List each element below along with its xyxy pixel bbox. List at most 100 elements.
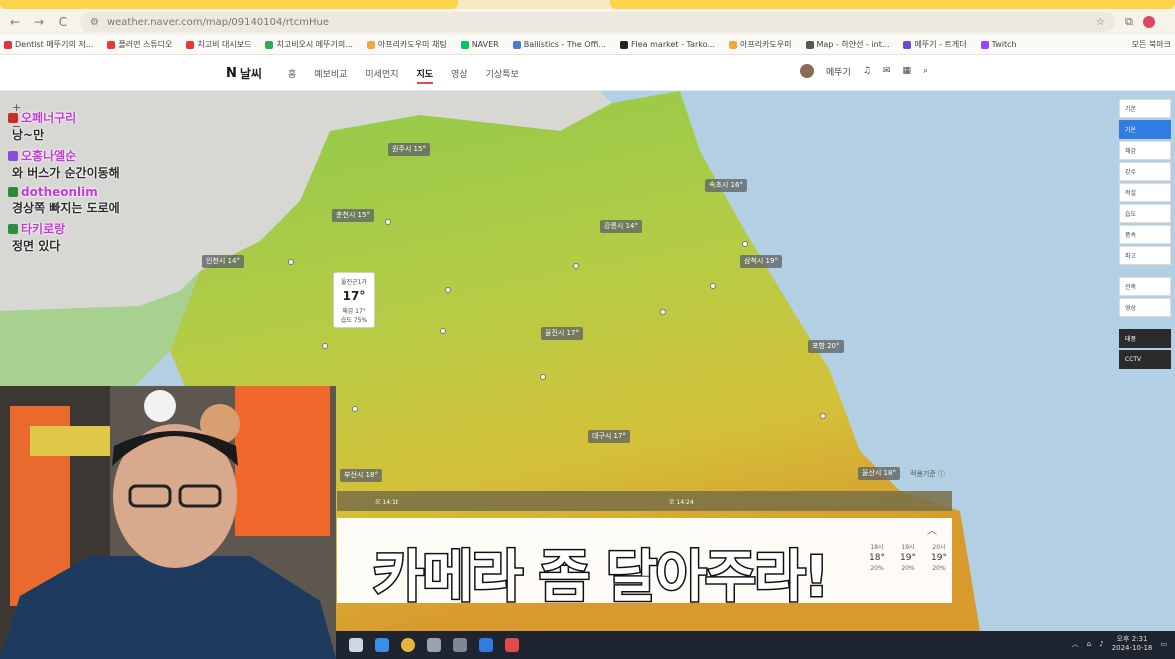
bookmark-star-icon[interactable]: ☆ bbox=[1096, 17, 1105, 28]
city-temperature-label[interactable]: 포항 20° bbox=[808, 340, 844, 353]
legend-note[interactable]: 적용기준 ⓘ bbox=[910, 469, 945, 479]
bookmark-item[interactable]: 메뚜기 - 트게더 bbox=[903, 39, 967, 50]
city-temperature-label[interactable]: 울진시 17° bbox=[541, 327, 583, 340]
bookmark-item[interactable]: Flea market - Tarko... bbox=[619, 40, 715, 49]
map-layer-button[interactable]: 습도 bbox=[1119, 204, 1171, 223]
city-temperature-label[interactable]: 인천시 14° bbox=[202, 255, 244, 268]
map-layer-panel: 기본기온체감강수적설습도풍속파고관측영상태풍 CCTV bbox=[1119, 99, 1171, 369]
notification-icon[interactable]: ▭ bbox=[1160, 640, 1167, 648]
reload-button[interactable]: C bbox=[56, 15, 70, 29]
location-pin[interactable] bbox=[288, 259, 294, 265]
file-explorer-icon[interactable] bbox=[349, 638, 363, 652]
map-layer-button[interactable]: 태풍 bbox=[1119, 329, 1171, 348]
bookmark-item[interactable]: 플러먼 스튜디오 bbox=[107, 39, 172, 50]
map-layer-button[interactable]: 파고 bbox=[1119, 246, 1171, 265]
panel-spacer bbox=[1119, 319, 1171, 327]
app-icon[interactable] bbox=[453, 638, 467, 652]
all-bookmarks-folder[interactable]: 모든 북마크 bbox=[1132, 39, 1171, 50]
map-layer-button[interactable]: 체감 bbox=[1119, 141, 1171, 160]
site-info-icon[interactable]: ⚙ bbox=[90, 17, 99, 28]
location-pin[interactable] bbox=[660, 309, 666, 315]
bookmark-label: Flea market - Tarko... bbox=[630, 40, 715, 49]
location-popup[interactable]: 울진군1가 17° 체감 17° 습도 75% bbox=[333, 272, 375, 328]
location-pin[interactable] bbox=[385, 219, 391, 225]
bookmark-label: 플러먼 스튜디오 bbox=[118, 40, 173, 49]
address-bar[interactable]: ⚙ weather.naver.com/map/09140104/rtcmHue… bbox=[80, 12, 1115, 32]
app-icon[interactable] bbox=[505, 638, 519, 652]
collapse-chevron-icon[interactable]: ︿ bbox=[927, 522, 937, 537]
city-temperature-label[interactable]: 대구시 17° bbox=[588, 430, 630, 443]
bookmark-item[interactable]: Twitch bbox=[980, 40, 1017, 49]
extensions-icon[interactable]: ⧉ bbox=[1125, 15, 1133, 29]
city-temperature-label[interactable]: 삼척시 19° bbox=[740, 255, 782, 268]
site-nav-item[interactable]: 미세먼지 bbox=[365, 67, 398, 84]
profile-avatar[interactable] bbox=[1142, 16, 1155, 28]
bookmark-item[interactable]: 치고비 대시보드 bbox=[186, 39, 251, 50]
apps-grid-icon[interactable]: ▦ bbox=[902, 66, 911, 76]
user-avatar[interactable] bbox=[800, 64, 814, 78]
location-pin[interactable] bbox=[322, 343, 328, 349]
location-pin[interactable] bbox=[710, 283, 716, 289]
map-layer-button[interactable]: 강수 bbox=[1119, 162, 1171, 181]
chat-username: dotheonlim bbox=[21, 185, 98, 199]
map-layer-button[interactable]: 적설 bbox=[1119, 183, 1171, 202]
bookmark-item[interactable]: NAVER bbox=[460, 40, 499, 49]
search-icon[interactable]: ⌕ bbox=[923, 66, 928, 76]
forecast-pct: 20% bbox=[932, 565, 946, 572]
chrome-icon[interactable] bbox=[401, 638, 415, 652]
chat-text: 낭~만 bbox=[12, 128, 45, 142]
mail-app-icon[interactable] bbox=[375, 638, 389, 652]
map-layer-button[interactable]: CCTV bbox=[1119, 350, 1171, 369]
back-button[interactable]: ← bbox=[8, 15, 22, 29]
video-subtitle: 카메라 좀 달아주라! bbox=[371, 544, 831, 612]
map-layer-button[interactable]: 풍속 bbox=[1119, 225, 1171, 244]
bell-icon[interactable]: ♫ bbox=[863, 66, 871, 76]
bookmark-label: Twitch bbox=[991, 40, 1017, 49]
site-nav-item[interactable]: 기상특보 bbox=[486, 67, 519, 84]
city-temperature-label[interactable]: 원주시 15° bbox=[388, 143, 430, 156]
bookmarks-bar: Dentist 메뚜기의 저... 플러먼 스튜디오 치고비 대시보드 치고비오시 메… bbox=[0, 35, 1175, 55]
site-nav-item[interactable]: 홈 bbox=[288, 67, 296, 84]
city-temperature-label[interactable]: 부산시 18° bbox=[340, 469, 382, 482]
app-icon[interactable] bbox=[427, 638, 441, 652]
popup-feels-like: 체감 17° bbox=[342, 308, 366, 315]
browser-tab[interactable] bbox=[0, 0, 458, 9]
bookmark-item[interactable]: Map - 하얀선 - int... bbox=[805, 39, 889, 50]
site-nav-item[interactable]: 지도 bbox=[416, 67, 434, 84]
volume-icon[interactable]: ♪ bbox=[1099, 640, 1103, 648]
user-name[interactable]: 메뚜기 bbox=[826, 65, 851, 78]
map-layer-button[interactable]: 기온 bbox=[1119, 120, 1171, 139]
location-pin[interactable] bbox=[352, 406, 358, 412]
bookmark-label: 메뚜기 - 트게더 bbox=[914, 40, 967, 49]
mail-icon[interactable]: ✉ bbox=[883, 66, 891, 76]
site-nav-item[interactable]: 예보비교 bbox=[314, 67, 347, 84]
tray-chevron-icon[interactable]: ︿ bbox=[1072, 639, 1079, 649]
location-pin[interactable] bbox=[820, 413, 826, 419]
location-pin[interactable] bbox=[440, 328, 446, 334]
time-slider[interactable]: 오 14:1t 오 14:24 bbox=[337, 491, 952, 511]
city-temperature-label[interactable]: 울산시 18° bbox=[858, 467, 900, 480]
network-icon[interactable]: ⌂ bbox=[1087, 640, 1091, 648]
location-pin[interactable] bbox=[445, 287, 451, 293]
bookmark-favicon-icon bbox=[460, 40, 469, 49]
naver-weather-logo[interactable]: N 날씨 bbox=[226, 65, 262, 82]
location-pin[interactable] bbox=[742, 241, 748, 247]
browser-tab[interactable] bbox=[610, 0, 1175, 9]
taskbar-clock[interactable]: 오후 2:31 2024-10-18 bbox=[1112, 635, 1153, 653]
bookmark-item[interactable]: 아프리카도우미 bbox=[728, 39, 792, 50]
map-layer-button[interactable]: 관측 bbox=[1119, 277, 1171, 296]
bookmark-item[interactable]: 아프리카도우미 채팅 bbox=[366, 39, 447, 50]
bookmark-item[interactable]: Dentist 메뚜기의 저... bbox=[4, 39, 93, 50]
forward-button[interactable]: → bbox=[32, 15, 46, 29]
bookmark-item[interactable]: Ballistics - The Offi... bbox=[512, 40, 606, 49]
app-icon[interactable] bbox=[479, 638, 493, 652]
bookmark-item[interactable]: 치고비오시 메뚜기의... bbox=[265, 39, 353, 50]
map-layer-button[interactable]: 영상 bbox=[1119, 298, 1171, 317]
location-pin[interactable] bbox=[573, 263, 579, 269]
city-temperature-label[interactable]: 춘천시 15° bbox=[332, 209, 374, 222]
city-temperature-label[interactable]: 강릉시 14° bbox=[600, 220, 642, 233]
location-pin[interactable] bbox=[540, 374, 546, 380]
city-temperature-label[interactable]: 속초시 16° bbox=[705, 179, 747, 192]
map-layer-button[interactable]: 기본 bbox=[1119, 99, 1171, 118]
site-nav-item[interactable]: 영상 bbox=[451, 67, 468, 84]
